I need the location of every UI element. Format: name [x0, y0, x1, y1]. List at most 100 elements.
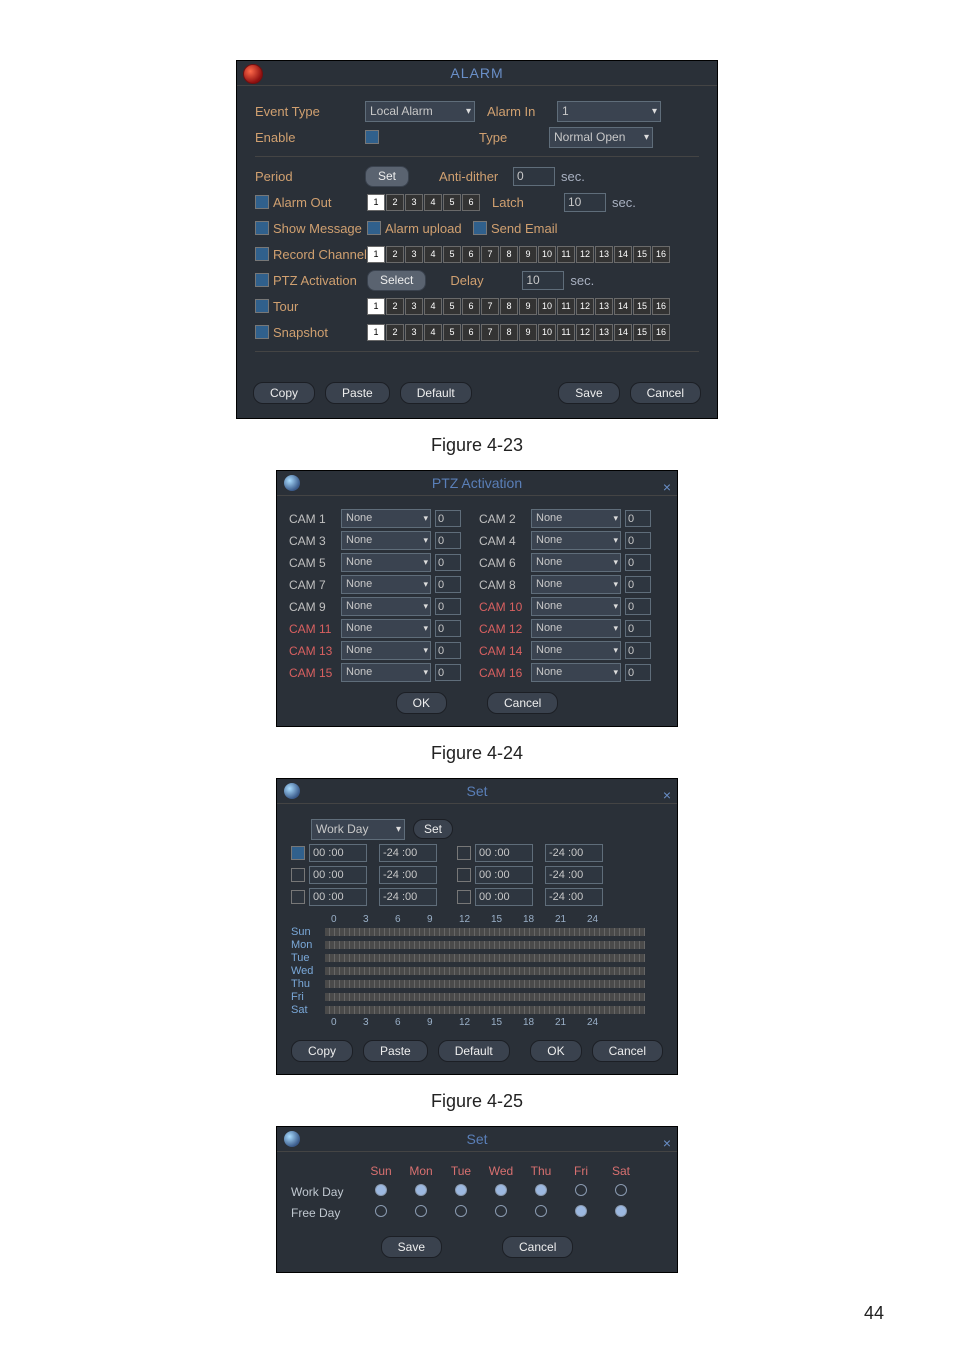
enable-checkbox[interactable]: [365, 130, 379, 144]
channel-11[interactable]: 11: [557, 298, 575, 315]
slot-start-input[interactable]: [309, 844, 367, 862]
channel-10[interactable]: 10: [538, 246, 556, 263]
cancel-button[interactable]: Cancel: [502, 1236, 573, 1258]
channel-6[interactable]: 6: [462, 194, 480, 211]
channel-4[interactable]: 4: [424, 246, 442, 263]
tour-channels[interactable]: 12345678910111213141516: [367, 298, 670, 315]
channel-12[interactable]: 12: [576, 324, 594, 341]
default-button[interactable]: Default: [400, 382, 472, 404]
alarm-in-select[interactable]: 1: [557, 101, 661, 122]
workday-radio[interactable]: [415, 1184, 427, 1196]
slot-start-input[interactable]: [475, 888, 533, 906]
day-bar[interactable]: [325, 941, 645, 949]
channel-1[interactable]: 1: [367, 298, 385, 315]
channel-14[interactable]: 14: [614, 298, 632, 315]
paste-button[interactable]: Paste: [363, 1040, 428, 1062]
slot-start-input[interactable]: [309, 866, 367, 884]
ptz-preset-input[interactable]: [625, 532, 651, 549]
default-button[interactable]: Default: [438, 1040, 510, 1062]
show-message-checkbox[interactable]: [255, 221, 269, 235]
day-bar[interactable]: [325, 1006, 645, 1014]
channel-8[interactable]: 8: [500, 246, 518, 263]
channel-16[interactable]: 16: [652, 324, 670, 341]
latch-input[interactable]: [564, 193, 606, 212]
ptz-preset-select[interactable]: None: [531, 619, 621, 638]
channel-13[interactable]: 13: [595, 246, 613, 263]
ptz-preset-select[interactable]: None: [531, 509, 621, 528]
ptz-preset-input[interactable]: [435, 620, 461, 637]
paste-button[interactable]: Paste: [325, 382, 390, 404]
slot-checkbox[interactable]: [291, 890, 305, 904]
workday-radio[interactable]: [615, 1184, 627, 1196]
channel-3[interactable]: 3: [405, 246, 423, 263]
channel-4[interactable]: 4: [424, 298, 442, 315]
event-type-select[interactable]: Local Alarm: [365, 101, 475, 122]
ptz-preset-input[interactable]: [625, 620, 651, 637]
channel-12[interactable]: 12: [576, 246, 594, 263]
close-icon[interactable]: ×: [663, 1131, 671, 1155]
delay-input[interactable]: [522, 271, 564, 290]
period-set-button[interactable]: Set: [365, 166, 409, 187]
cancel-button[interactable]: Cancel: [630, 382, 701, 404]
channel-12[interactable]: 12: [576, 298, 594, 315]
save-button[interactable]: Save: [381, 1236, 442, 1258]
channel-7[interactable]: 7: [481, 246, 499, 263]
channel-1[interactable]: 1: [367, 246, 385, 263]
channel-13[interactable]: 13: [595, 324, 613, 341]
ptz-preset-select[interactable]: None: [531, 597, 621, 616]
ptz-preset-input[interactable]: [625, 598, 651, 615]
ptz-preset-input[interactable]: [435, 576, 461, 593]
slot-start-input[interactable]: [475, 866, 533, 884]
channel-16[interactable]: 16: [652, 246, 670, 263]
slot-end-input[interactable]: [545, 844, 603, 862]
snapshot-checkbox[interactable]: [255, 325, 269, 339]
ptz-preset-input[interactable]: [625, 554, 651, 571]
ptz-preset-input[interactable]: [625, 510, 651, 527]
cancel-button[interactable]: Cancel: [592, 1040, 663, 1062]
alarm-out-checkbox[interactable]: [255, 195, 269, 209]
slot-end-input[interactable]: [379, 844, 437, 862]
channel-8[interactable]: 8: [500, 324, 518, 341]
channel-15[interactable]: 15: [633, 298, 651, 315]
ptz-preset-input[interactable]: [435, 510, 461, 527]
ptz-preset-input[interactable]: [435, 642, 461, 659]
channel-1[interactable]: 1: [367, 324, 385, 341]
day-bar[interactable]: [325, 980, 645, 988]
channel-9[interactable]: 9: [519, 246, 537, 263]
tour-checkbox[interactable]: [255, 299, 269, 313]
workday-radio[interactable]: [455, 1184, 467, 1196]
channel-3[interactable]: 3: [405, 194, 423, 211]
ok-button[interactable]: OK: [396, 692, 447, 714]
channel-6[interactable]: 6: [462, 298, 480, 315]
channel-3[interactable]: 3: [405, 298, 423, 315]
workday-radio[interactable]: [575, 1184, 587, 1196]
ptz-preset-select[interactable]: None: [531, 575, 621, 594]
day-bar[interactable]: [325, 993, 645, 1001]
slot-checkbox[interactable]: [291, 868, 305, 882]
channel-13[interactable]: 13: [595, 298, 613, 315]
channel-14[interactable]: 14: [614, 246, 632, 263]
ptz-preset-select[interactable]: None: [531, 663, 621, 682]
channel-15[interactable]: 15: [633, 246, 651, 263]
channel-2[interactable]: 2: [386, 324, 404, 341]
day-bar[interactable]: [325, 954, 645, 962]
ptz-preset-input[interactable]: [625, 576, 651, 593]
ptz-activation-checkbox[interactable]: [255, 273, 269, 287]
slot-checkbox[interactable]: [457, 846, 471, 860]
ok-button[interactable]: OK: [530, 1040, 581, 1062]
channel-6[interactable]: 6: [462, 246, 480, 263]
copy-button[interactable]: Copy: [291, 1040, 353, 1062]
slot-end-input[interactable]: [379, 888, 437, 906]
close-icon[interactable]: ×: [663, 783, 671, 807]
slot-start-input[interactable]: [475, 844, 533, 862]
workday-select[interactable]: Work Day: [311, 819, 405, 840]
channel-3[interactable]: 3: [405, 324, 423, 341]
freeday-radio[interactable]: [415, 1205, 427, 1217]
alarm-out-channels[interactable]: 123456: [367, 194, 480, 211]
slot-checkbox[interactable]: [291, 846, 305, 860]
channel-9[interactable]: 9: [519, 324, 537, 341]
freeday-radio[interactable]: [615, 1205, 627, 1217]
ptz-preset-select[interactable]: None: [341, 663, 431, 682]
ptz-preset-input[interactable]: [435, 598, 461, 615]
workday-radio[interactable]: [535, 1184, 547, 1196]
